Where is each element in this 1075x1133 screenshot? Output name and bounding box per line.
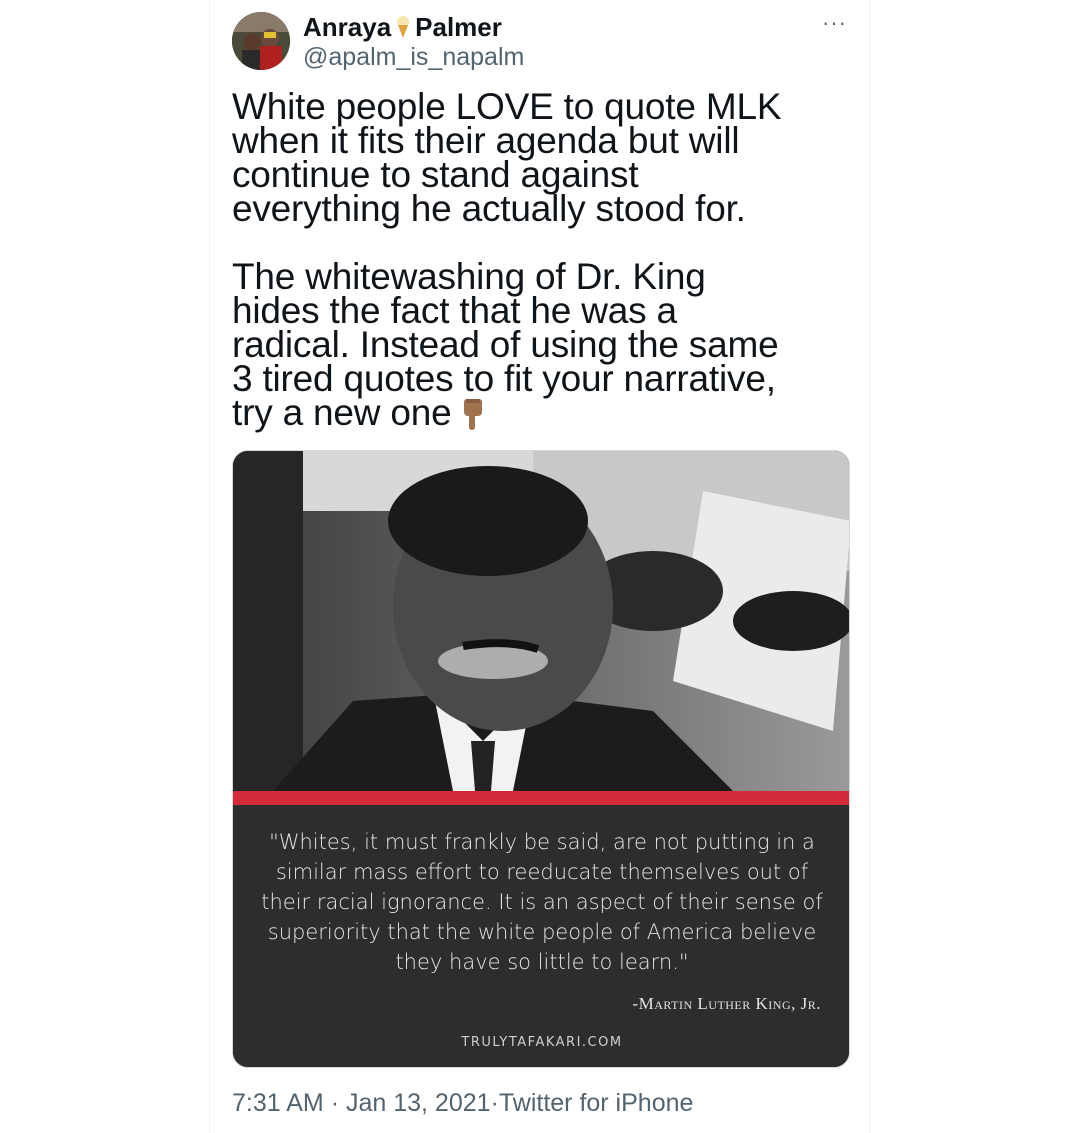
tweet-paragraph-2: The whitewashing of Dr. King hides the f…	[232, 258, 862, 431]
quote-panel: "Whites, it must frankly be said, are no…	[233, 805, 849, 1067]
author-last-name: Palmer	[415, 12, 502, 42]
tweet-paragraph-2-text: The whitewashing of Dr. King hides the f…	[232, 256, 779, 433]
quote-attribution: -Martin Luther King, Jr.	[632, 994, 821, 1013]
tweet-source[interactable]: Twitter for iPhone	[499, 1089, 694, 1117]
avatar[interactable]	[232, 12, 290, 70]
avatar-image	[232, 12, 290, 70]
tweet-metadata: 7:31 AM · Jan 13, 2021·Twitter for iPhon…	[232, 1088, 693, 1118]
tweet-text: White people LOVE to quote MLK when it f…	[232, 86, 862, 431]
tweet-date[interactable]: Jan 13, 2021	[346, 1089, 491, 1117]
source-site: TRULYTAFAKARI.COM	[461, 1035, 623, 1050]
author-first-name: Anraya	[303, 12, 392, 42]
tweet-paragraph-1: White people LOVE to quote MLK when it f…	[232, 86, 782, 229]
more-options-icon[interactable]: ···	[822, 10, 847, 36]
ice-cream-icon	[395, 14, 411, 40]
tweet-time[interactable]: 7:31 AM	[232, 1089, 324, 1117]
quote-text: "Whites, it must frankly be said, are no…	[261, 830, 823, 974]
separator: ·	[490, 1089, 499, 1117]
tweet-card: Anraya Palmer @apalm_is_napalm ··· White …	[209, 0, 870, 1133]
tweet-image[interactable]: "Whites, it must frankly be said, are no…	[232, 450, 850, 1068]
pointing-down-icon	[458, 397, 488, 431]
red-divider	[233, 791, 849, 805]
mlk-photo	[233, 451, 849, 791]
author-handle[interactable]: @apalm_is_napalm	[303, 43, 524, 71]
separator: ·	[330, 1089, 340, 1117]
author-name[interactable]: Anraya Palmer	[303, 12, 502, 42]
